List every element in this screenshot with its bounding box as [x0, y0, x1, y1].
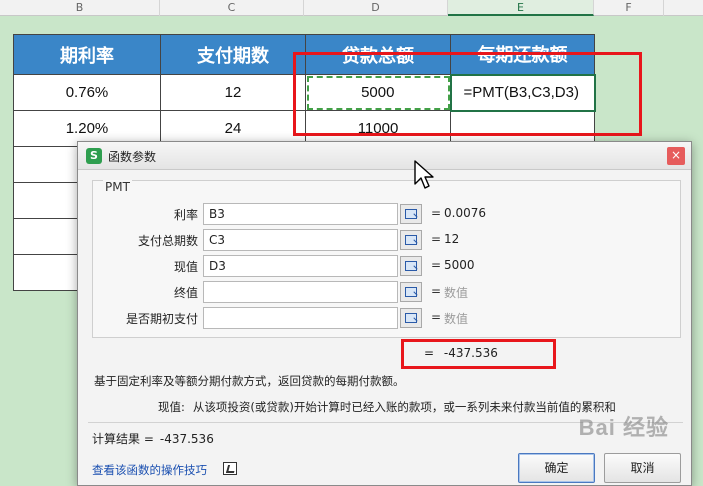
column-header-c[interactable]: C [160, 0, 304, 16]
range-picker-icon[interactable] [400, 282, 422, 302]
arguments-group: PMT 利率 B3 = 0.0076 支付总期数 C3 = 12 现值 D3 =… [92, 180, 681, 338]
dialog-title: 函数参数 [108, 150, 157, 164]
highlight-box-formula [293, 52, 642, 136]
equals-sign: = [431, 284, 442, 298]
table-cell[interactable]: 12 [160, 74, 306, 111]
periods-input[interactable]: C3 [203, 229, 398, 251]
parameter-description: 现值: 从该项投资(或贷款)开始计算时已经入账的款项，或一系列未来付款当前值的累积… [158, 399, 616, 415]
equals-sign: = [431, 310, 442, 324]
calc-label: 计算结果 = [92, 432, 154, 446]
column-header-e[interactable]: E [448, 0, 594, 16]
close-icon[interactable]: × [667, 147, 685, 165]
range-picker-icon[interactable] [400, 230, 422, 250]
argument-row-rate: 利率 B3 = 0.0076 [93, 203, 682, 225]
parameter-name: 现值: [158, 400, 185, 414]
calculation-result: 计算结果 = -437.536 [92, 430, 214, 447]
future-value-input[interactable] [203, 281, 398, 303]
argument-label: 支付总期数 [137, 234, 198, 248]
type-input[interactable] [203, 307, 398, 329]
column-header-b[interactable]: B [0, 0, 160, 16]
present-value-input[interactable]: D3 [203, 255, 398, 277]
function-name: PMT [103, 180, 132, 194]
argument-row-future-value: 终值 = 数值 [93, 281, 682, 303]
mouse-cursor-icon [414, 160, 434, 189]
argument-label: 终值 [173, 286, 198, 300]
header-cell-rate[interactable]: 期利率 [13, 34, 161, 75]
argument-label: 利率 [173, 208, 198, 222]
function-tips-link[interactable]: 查看该函数的操作技巧 [92, 462, 207, 478]
equals-sign: = [431, 206, 442, 220]
parameter-text: 从该项投资(或贷款)开始计算时已经入账的款项，或一系列未来付款当前值的累积和 [192, 400, 616, 414]
range-picker-icon[interactable] [400, 308, 422, 328]
range-picker-icon[interactable] [400, 256, 422, 276]
argument-result: 5000 [444, 258, 475, 272]
cancel-button[interactable]: 取消 [604, 453, 681, 483]
argument-label: 现值 [173, 260, 198, 274]
column-header-f[interactable]: F [594, 0, 664, 16]
ok-button[interactable]: 确定 [518, 453, 595, 483]
equals-sign: = [431, 258, 442, 272]
argument-result: 0.0076 [444, 206, 486, 220]
watermark-logo: Bai 经验 [578, 415, 669, 440]
highlight-box-result [401, 339, 556, 369]
app-icon: S [86, 148, 102, 164]
header-cell-periods[interactable]: 支付期数 [160, 34, 306, 75]
dialog-titlebar[interactable]: S 函数参数 × [78, 142, 691, 170]
equals-sign: = [431, 232, 442, 246]
argument-result-hint: 数值 [444, 286, 469, 300]
argument-label: 是否期初支付 [125, 312, 198, 326]
argument-row-present-value: 现值 D3 = 5000 [93, 255, 682, 277]
calc-value: -437.536 [159, 432, 214, 446]
column-header-d[interactable]: D [304, 0, 448, 16]
argument-row-type: 是否期初支付 = 数值 [93, 307, 682, 329]
video-icon[interactable] [223, 462, 237, 475]
table-cell[interactable]: 0.76% [13, 74, 161, 111]
argument-result-hint: 数值 [444, 312, 469, 326]
range-picker-icon[interactable] [400, 204, 422, 224]
rate-input[interactable]: B3 [203, 203, 398, 225]
column-header-bar: B C D E F [0, 0, 703, 16]
argument-result: 12 [444, 232, 460, 246]
function-description: 基于固定利率及等额分期付款方式，返回贷款的每期付款额。 [94, 374, 405, 388]
argument-row-periods: 支付总期数 C3 = 12 [93, 229, 682, 251]
